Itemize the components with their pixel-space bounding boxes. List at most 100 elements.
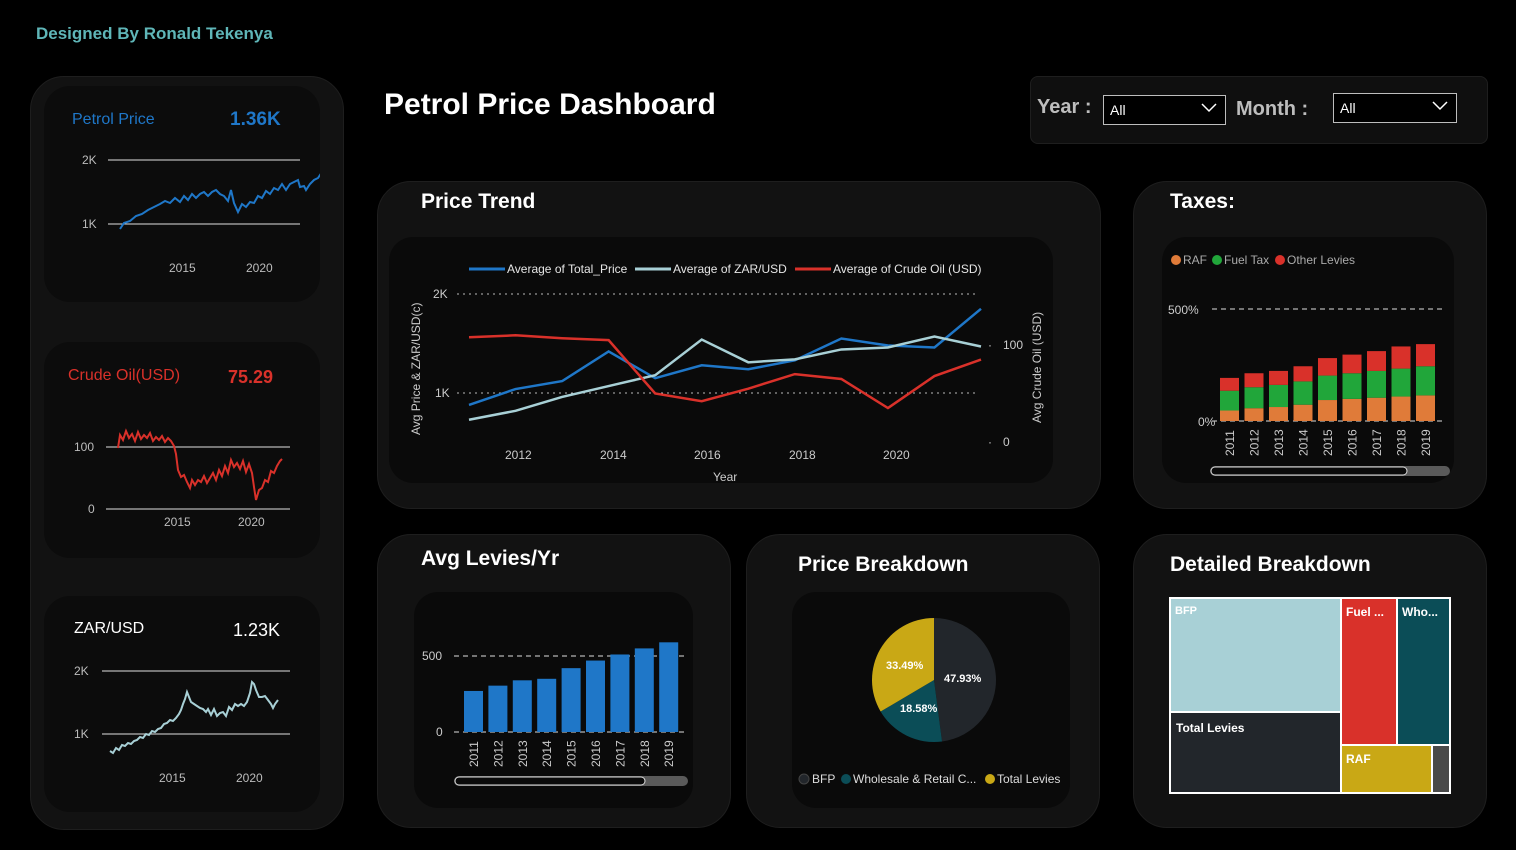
bar-segment[interactable] (1367, 370, 1386, 398)
dot: · (988, 435, 992, 449)
y-tick: 500 (422, 649, 442, 663)
sparkline-petrol (108, 159, 320, 230)
detailed-breakdown-title: Detailed Breakdown (1170, 553, 1371, 576)
treemap[interactable]: BFP Total Levies Fuel ... Who... RAF (1169, 597, 1451, 794)
bar-segment[interactable] (1342, 373, 1362, 399)
legend-label: Other Levies (1287, 253, 1355, 267)
y-tick: 2K (433, 287, 448, 301)
x-tick: 2016 (589, 740, 603, 767)
y-axis-label: Avg Price & ZAR/USD(c) (409, 303, 423, 435)
dot: · (988, 338, 992, 352)
taxes-chart[interactable]: RAF Fuel Tax Other Levies 500% 0% 2011 20… (1162, 237, 1454, 483)
taxes-bars: 2011 2012 2013 2014 2015 2016 2017 2018 2019 (1220, 344, 1435, 456)
x-axis-label: Year (713, 470, 737, 483)
month-dropdown[interactable]: All (1333, 93, 1457, 123)
bar-segment[interactable] (1318, 375, 1337, 401)
bar-segment[interactable] (1416, 344, 1435, 367)
kpi-card-crude-oil[interactable]: Crude Oil(USD) 75.29 100 0 2015 2020 (44, 342, 320, 558)
petrol-price-line (119, 173, 320, 230)
year-dropdown-value: All (1110, 102, 1126, 118)
x-tick: 2012 (505, 448, 532, 462)
scrollbar-thumb[interactable] (1210, 466, 1408, 476)
slice-label: 33.49% (886, 660, 924, 672)
bar-segment[interactable] (1342, 398, 1362, 421)
kpi-card-zar-usd[interactable]: ZAR/USD 1.23K 2K 1K 2015 2020 (44, 596, 320, 812)
treemap-tile-total-levies[interactable]: Total Levies (1171, 713, 1340, 792)
bar-segment[interactable] (1269, 370, 1288, 385)
treemap-tile-bfp[interactable]: BFP (1171, 599, 1340, 711)
avg-levies-title: Avg Levies/Yr (421, 547, 560, 570)
bar-segment[interactable] (1391, 368, 1411, 397)
price-trend-chart[interactable]: Average of Total_Price Average of ZAR/US… (389, 237, 1053, 483)
month-filter-label: Month : (1236, 98, 1309, 120)
treemap-tile-other[interactable] (1433, 746, 1449, 792)
y2-tick: 0 (1003, 435, 1010, 449)
x-tick: 2018 (789, 448, 816, 462)
bar-segment[interactable] (1318, 400, 1337, 421)
bar-segment[interactable] (1342, 354, 1362, 374)
bar-segment[interactable] (1293, 404, 1313, 421)
bar-segment[interactable] (1367, 351, 1386, 371)
bar-segment[interactable] (1293, 381, 1313, 405)
bar-segment[interactable] (1220, 390, 1239, 411)
bar-segment[interactable] (1318, 358, 1337, 376)
legend-dot (985, 774, 995, 784)
avg-levies-chart[interactable]: 500 0 2011 2012 2013 2014 2015 2016 2017 2018 20… (414, 592, 693, 808)
legend-dot (798, 773, 810, 785)
bar[interactable] (537, 678, 557, 732)
x-tick: 2013 (516, 740, 530, 767)
series-line-2 (468, 335, 982, 421)
x-tick: 2013 (1272, 429, 1286, 456)
x-tick: 2016 (1346, 429, 1360, 456)
year-dropdown[interactable]: All (1103, 95, 1226, 125)
price-breakdown-title: Price Breakdown (798, 553, 969, 576)
bar-segment[interactable] (1220, 410, 1239, 421)
scrollbar-thumb[interactable] (454, 776, 646, 786)
x-tick: 2014 (600, 448, 627, 462)
legend-label: Wholesale & Retail C... (853, 772, 976, 786)
legend-dot (1171, 255, 1181, 265)
bar-segment[interactable] (1244, 408, 1264, 421)
treemap-tile-wholesale[interactable]: Who... (1398, 599, 1449, 744)
bar-segment[interactable] (1416, 395, 1435, 421)
y2-tick: 100 (1003, 338, 1023, 352)
bar[interactable] (561, 668, 581, 732)
bar-segment[interactable] (1244, 373, 1264, 388)
x-tick: 2015 (1321, 429, 1335, 456)
bar-segment[interactable] (1391, 346, 1411, 369)
month-dropdown-value: All (1340, 100, 1356, 116)
price-trend-series (468, 307, 982, 421)
bar-segment[interactable] (1293, 366, 1313, 382)
bar[interactable] (586, 660, 605, 732)
treemap-label: RAF (1346, 752, 1371, 766)
bar[interactable] (488, 685, 508, 732)
bar[interactable] (464, 690, 483, 732)
x-tick: 2020 (883, 448, 910, 462)
x-tick: 2019 (1419, 429, 1433, 456)
slice-label: 18.58% (900, 703, 938, 715)
bar-segment[interactable] (1416, 366, 1435, 396)
x-tick: 2017 (1370, 429, 1384, 456)
bar[interactable] (659, 642, 679, 732)
x-tick: 2011 (467, 741, 481, 767)
price-breakdown-chart[interactable]: 47.93% 18.58% 33.49% BFP Wholesale & Retai… (792, 592, 1070, 808)
bar-segment[interactable] (1269, 407, 1288, 421)
bar-segment[interactable] (1269, 384, 1288, 408)
chevron-down-icon (1432, 101, 1448, 111)
zar-usd-line (109, 679, 279, 755)
bar-segment[interactable] (1244, 387, 1264, 409)
kpi-card-petrol-price[interactable]: Petrol Price 1.36K 2K 1K 2015 2020 (44, 86, 320, 302)
bar[interactable] (610, 654, 630, 732)
pie-slices: 47.93% 18.58% 33.49% (872, 618, 996, 742)
bar-segment[interactable] (1367, 397, 1386, 421)
designer-credit: Designed By Ronald Tekenya (36, 24, 273, 43)
treemap-tile-fuel[interactable]: Fuel ... (1342, 599, 1396, 744)
treemap-label: Who... (1402, 605, 1438, 619)
bar-segment[interactable] (1220, 377, 1239, 391)
x-tick: 2014 (1297, 429, 1311, 456)
bar-segment[interactable] (1391, 396, 1411, 421)
legend-label: RAF (1183, 253, 1207, 267)
treemap-tile-raf[interactable]: RAF (1342, 746, 1431, 792)
bar[interactable] (512, 680, 532, 732)
bar[interactable] (634, 648, 654, 732)
